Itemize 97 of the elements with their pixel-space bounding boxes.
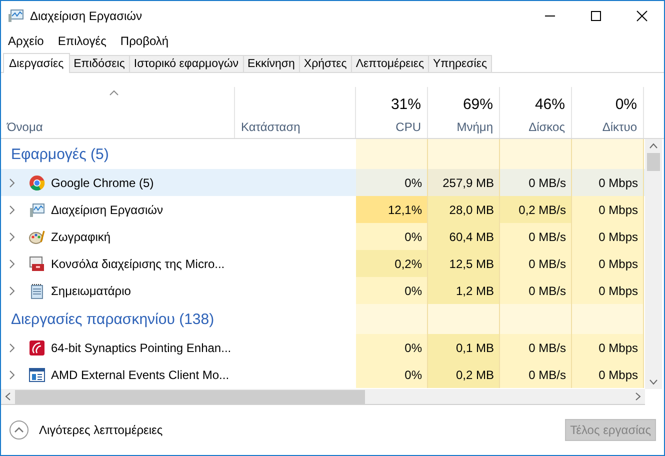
scrollbar-thumb[interactable] [15, 390, 365, 404]
horizontal-scrollbar[interactable] [1, 389, 645, 405]
table-cell: 0 MB/s [500, 223, 572, 250]
process-row[interactable]: 64-bit Synaptics Pointing Enhan... 0% 0,1 MB 0 MB/s 0 Mbps [1, 334, 645, 361]
column-header[interactable]: Όνομα [1, 87, 235, 138]
close-icon[interactable] [636, 10, 648, 22]
process-row[interactable]: Ζωγραφική 0% 60,4 MB 0 MB/s 0 Mbps [1, 223, 645, 250]
table-cell: 0% [356, 223, 428, 250]
process-row[interactable]: Google Chrome (5) 0% 257,9 MB 0 MB/s 0 Mbps [1, 169, 645, 196]
tab[interactable]: Υπηρεσίες [428, 55, 492, 72]
table-cell [428, 304, 500, 334]
process-name: Διαχείριση Εργασιών [51, 202, 164, 216]
tab[interactable]: Χρήστες [298, 55, 352, 72]
process-name: Ζωγραφική [51, 230, 111, 244]
tab[interactable]: Διεργασίες [3, 53, 70, 73]
process-row[interactable]: AMD External Events Client Mo... 0% 0,2 MB 0 MB/s 0 Mbps [1, 361, 645, 388]
menu-item[interactable]: Επιλογές [58, 34, 106, 48]
process-name: Google Chrome (5) [51, 176, 154, 190]
tab[interactable]: Λεπτομέρειες [350, 55, 430, 72]
sort-caret-icon [109, 90, 119, 96]
table-cell: 0 MB/s [500, 250, 572, 277]
table-cell: 0% [356, 361, 428, 388]
table-cell: 0 MB/s [500, 361, 572, 388]
table-cell: 0 Mbps [572, 361, 644, 388]
table-cell: 0,2 MB [428, 361, 500, 388]
maximize-icon[interactable] [590, 10, 602, 22]
chevron-icon[interactable] [9, 204, 15, 214]
table-cell [356, 139, 428, 169]
table-cell: 0,2 MB/s [500, 196, 572, 223]
group-heading: Διεργασίες παρασκηνίου (138) [11, 310, 214, 328]
scroll-down-icon[interactable] [649, 379, 658, 385]
fewer-details-link[interactable]: Λιγότερες λεπτομέρειες [39, 423, 163, 437]
app-icon [8, 8, 24, 22]
chevron-icon[interactable] [9, 258, 15, 268]
table-cell [572, 139, 644, 169]
table-cell [572, 304, 644, 334]
table-cell: 0% [356, 277, 428, 304]
table-cell [428, 139, 500, 169]
palette-icon [29, 228, 45, 244]
group-heading: Εφαρμογές (5) [11, 146, 109, 162]
window-title: Διαχείριση Εργασιών [30, 8, 142, 22]
table-cell [500, 304, 572, 334]
scrollbar-thumb[interactable] [647, 153, 660, 171]
menu-item[interactable]: Αρχείο [8, 34, 44, 48]
notepad-icon [29, 282, 45, 298]
table-cell: 0 MB/s [500, 169, 572, 196]
scroll-left-icon[interactable] [5, 392, 11, 401]
column-header[interactable]: 31% CPU [356, 87, 428, 138]
window-icon [29, 366, 45, 382]
table-cell: 0 Mbps [572, 223, 644, 250]
chevron-icon[interactable] [9, 342, 15, 352]
process-row[interactable]: Κονσόλα διαχείρισης της Micro... 0,2% 12,5 MB 0 MB/s 0 Mbps [1, 250, 645, 277]
process-row[interactable]: Διαχείριση Εργασιών 12,1% 28,0 MB 0,2 MB/s 0 Mbps [1, 196, 645, 223]
process-name: Σημειωματάριο [51, 284, 131, 298]
table-cell: 0 Mbps [572, 169, 644, 196]
table-cell: 0 Mbps [572, 196, 644, 223]
chevron-icon[interactable] [9, 232, 15, 242]
collapse-circle-icon[interactable] [9, 420, 29, 440]
table-cell: 0 MB/s [500, 277, 572, 304]
table-cell: 12,5 MB [428, 250, 500, 277]
table-cell: 0 Mbps [572, 277, 644, 304]
column-header[interactable]: 0% Δίκτυο [572, 87, 644, 138]
scroll-right-icon[interactable] [635, 392, 641, 401]
table-cell: 1,2 MB [428, 277, 500, 304]
column-header[interactable]: 46% Δίσκος [500, 87, 572, 138]
chevron-icon[interactable] [9, 178, 15, 188]
menu-item[interactable]: Προβολή [120, 34, 169, 48]
scroll-up-icon[interactable] [649, 143, 658, 149]
tab[interactable]: Εκκίνηση [242, 55, 300, 72]
table-cell [356, 304, 428, 334]
table-cell: 0 MB/s [500, 334, 572, 361]
process-name: 64-bit Synaptics Pointing Enhan... [51, 340, 232, 354]
process-name: Κονσόλα διαχείρισης της Micro... [51, 256, 225, 270]
table-cell: 0% [356, 334, 428, 361]
table-cell: 257,9 MB [428, 169, 500, 196]
table-cell: 60,4 MB [428, 223, 500, 250]
table-cell: 0 Mbps [572, 334, 644, 361]
synaptics-icon [29, 340, 45, 356]
chrome-icon [29, 174, 45, 190]
vertical-scrollbar[interactable] [645, 139, 662, 389]
chevron-icon[interactable] [9, 286, 15, 296]
process-row[interactable]: Σημειωματάριο 0% 1,2 MB 0 MB/s 0 Mbps [1, 277, 645, 304]
tab[interactable]: Επιδόσεις [68, 55, 130, 72]
column-header[interactable]: 69% Μνήμη [428, 87, 500, 138]
table-cell: 28,0 MB [428, 196, 500, 223]
table-cell [500, 139, 572, 169]
table-cell: 0% [356, 169, 428, 196]
tab[interactable]: Ιστορικό εφαρμογών [128, 55, 244, 72]
monitor-chart-icon [29, 202, 45, 218]
process-name: AMD External Events Client Mo... [51, 368, 230, 382]
table-cell: 0,1 MB [428, 334, 500, 361]
table-cell: 0 Mbps [572, 250, 644, 277]
column-header[interactable]: Κατάσταση [235, 87, 356, 138]
toolbox-icon [29, 256, 45, 272]
table-cell: 12,1% [356, 196, 428, 223]
table-cell: 0,2% [356, 250, 428, 277]
chevron-icon[interactable] [9, 370, 15, 380]
